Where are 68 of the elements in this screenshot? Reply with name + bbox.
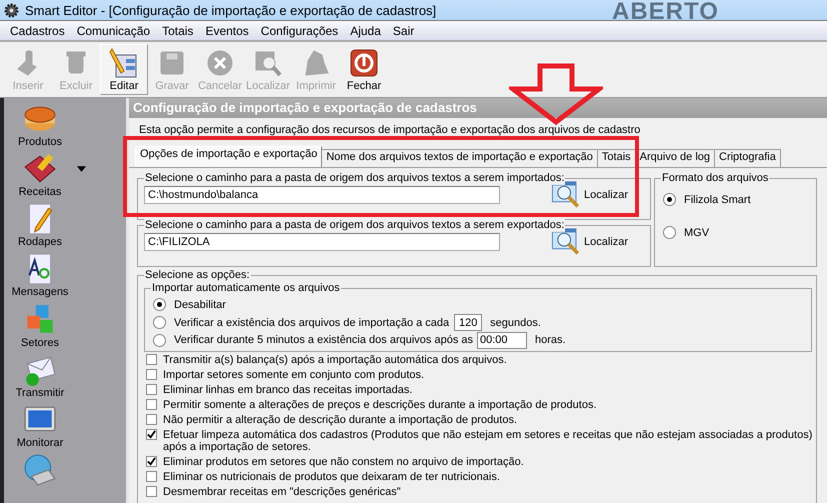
radio-label: Verificar durante 5 minutos a existência dos arquivos após as <box>174 334 473 346</box>
radio-label: Verificar a existência dos arquivos de importação a cada <box>174 316 450 328</box>
menu-item[interactable]: Eventos <box>199 24 255 38</box>
checkbox[interactable] <box>146 470 157 482</box>
down-arrow-icon <box>509 63 603 125</box>
checkbox[interactable] <box>146 398 157 410</box>
checkbox[interactable] <box>146 456 157 466</box>
unit-label: segundos. <box>490 316 541 328</box>
sidebar-item[interactable]: Setores <box>21 336 59 348</box>
checkbox[interactable] <box>146 354 157 364</box>
checkbox[interactable] <box>146 486 157 496</box>
checkbox-label: Importar setores somente em conjunto com produtos. <box>163 368 424 380</box>
check-icon <box>147 456 156 466</box>
radio-label: MGV <box>684 226 710 238</box>
checkbox-label: Eliminar os nutricionais de produtos que deixaram de ter nutricionais. <box>163 470 500 482</box>
checkbox-label: Eliminar produtos em setores que não constem no arquivo de importação. <box>163 456 524 468</box>
sidebar-item[interactable]: Produtos <box>18 136 62 148</box>
caret-icon[interactable] <box>77 166 86 172</box>
menu-item[interactable]: Cadastros <box>4 24 71 38</box>
globe-icon <box>23 452 57 487</box>
sidebar-item[interactable]: Receitas <box>18 186 62 198</box>
path-field[interactable]: C:\FILIZOLA <box>144 232 500 250</box>
toolbar-button[interactable]: Editar <box>100 44 148 95</box>
checkbox-label: Permitir somente a alterações de preços e descrições durante a importação de produtos. <box>163 398 597 410</box>
group-label: Selecione as opções: <box>144 268 251 282</box>
time-field[interactable]: 00:00 <box>477 332 527 349</box>
checkbox-label: Eliminar linhas em branco das receitas importadas. <box>163 384 412 396</box>
menu-item[interactable]: Configurações <box>254 24 344 38</box>
radio-button[interactable] <box>663 193 676 206</box>
sidebar-item[interactable]: Mensagens <box>12 286 68 298</box>
menu-item[interactable]: Ajuda <box>344 24 387 38</box>
tab[interactable]: Opções de importação e exportação <box>135 146 322 167</box>
radio-button[interactable] <box>153 334 166 347</box>
radio-label: Desabilitar <box>174 298 226 311</box>
backdrop-text: ABERTO <box>612 0 719 20</box>
panel-title: Configuração de importação e exportação de cadastros <box>129 98 827 118</box>
radio-label: Filizola Smart <box>684 194 751 206</box>
menu-item[interactable]: Totais <box>156 24 200 38</box>
group-label: Selecione o caminho para a pasta de origem dos arquivos textos a serem importados: <box>144 171 566 185</box>
checkbox[interactable] <box>146 384 157 394</box>
radio-button[interactable] <box>663 226 676 239</box>
radio-button[interactable] <box>153 316 166 329</box>
description-text: Esta opção permite a configuração dos recursos de importação e exportação dos arquivos de cadastro <box>138 123 642 138</box>
checkbox-label: Transmitir a(s) balança(s) após a importação automática dos arquivos. <box>163 354 507 366</box>
window-title: Smart Editor - [Configuração de importação e exportação de cadastros] <box>25 2 436 18</box>
tab[interactable]: Criptografia <box>714 149 781 167</box>
sidebar-item[interactable]: Monitorar <box>16 436 64 449</box>
group-label: Selecione o caminho para a pasta de origem dos arquivos textos a serem exportados: <box>144 218 566 232</box>
check-icon <box>147 430 156 438</box>
sidebar-item[interactable]: Rodapes <box>18 236 62 248</box>
path-field[interactable]: C:\hostmundo\balanca <box>144 186 500 204</box>
sidebar-item[interactable]: Transmitir <box>16 386 64 399</box>
radio-button[interactable] <box>153 298 166 312</box>
gear-icon <box>4 2 19 18</box>
checkbox[interactable] <box>146 428 157 440</box>
group-label: Importar automaticamente os arquivos <box>151 281 341 295</box>
power-icon <box>348 47 380 79</box>
checkbox[interactable] <box>146 368 157 380</box>
toolbar-button[interactable]: Fechar <box>340 44 388 95</box>
menu-item[interactable]: Sair <box>386 24 420 38</box>
checkbox[interactable] <box>146 414 157 424</box>
checkbox-label: Desmembrar receitas em "descrições genéricas" <box>163 486 401 498</box>
checkbox-label: Não permitir a alteração de descrição durante a importação de produtos. <box>163 414 518 426</box>
unit-label: horas. <box>535 334 566 346</box>
checkbox-label: Efetuar limpeza automática dos cadastros (Produtos que não estejam em setores e receitas que não estejam associadas a produtos) após a importação de setores. <box>163 428 814 452</box>
group-label: Formato dos arquivos <box>661 171 770 185</box>
seconds-field[interactable]: 120 <box>454 314 482 331</box>
menu-item[interactable]: Comunicação <box>70 24 156 38</box>
